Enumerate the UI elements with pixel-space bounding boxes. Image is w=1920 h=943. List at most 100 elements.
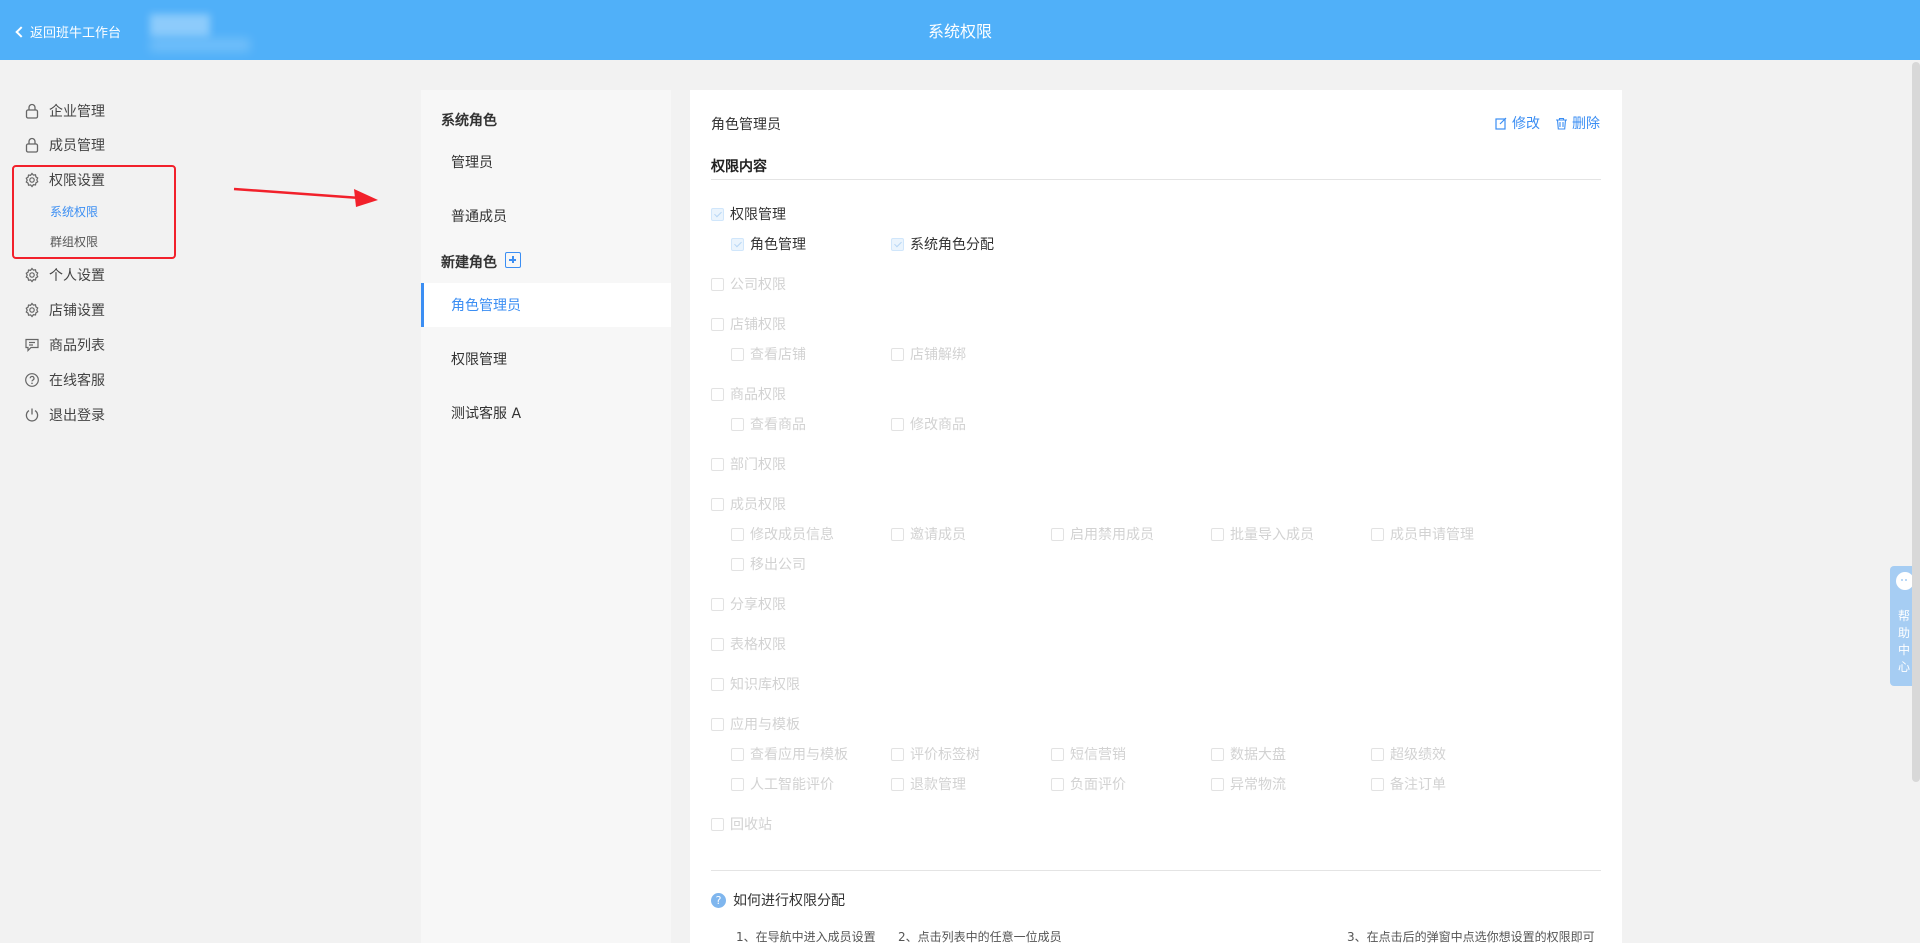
list-icon [24, 337, 40, 353]
perm-label: 角色管理 [750, 237, 806, 253]
checkbox [1371, 747, 1384, 761]
edit-label: 修改 [1512, 116, 1540, 132]
checkbox [1211, 747, 1224, 761]
perm-view-shop[interactable]: 查看店铺 [731, 344, 806, 364]
role-item-role-admin[interactable]: 角色管理员 [421, 283, 671, 327]
sidebar-item-enterprise[interactable]: 企业管理 [24, 99, 105, 123]
perm-order-notes[interactable]: 备注订单 [1371, 774, 1446, 794]
sidebar-item-shop-settings[interactable]: 店铺设置 [24, 298, 105, 322]
perm-label: 应用与模板 [730, 717, 800, 733]
checkbox [711, 317, 724, 331]
perm-table[interactable]: 表格权限 [711, 634, 786, 654]
sidebar-item-personal-settings[interactable]: 个人设置 [24, 263, 105, 287]
role-item-permission-management[interactable]: 权限管理 [421, 337, 671, 381]
checkbox [731, 747, 744, 761]
perm-remove-from-company[interactable]: 移出公司 [731, 554, 806, 574]
perm-label: 移出公司 [750, 557, 806, 573]
perm-label: 部门权限 [730, 457, 786, 473]
power-icon [24, 407, 40, 423]
perm-company[interactable]: 公司权限 [711, 274, 786, 294]
sidebar-item-label: 企业管理 [49, 104, 105, 120]
sidebar-item-members[interactable]: 成员管理 [24, 133, 105, 157]
perm-view-product[interactable]: 查看商品 [731, 414, 806, 434]
annotation-arrow [233, 187, 378, 207]
perm-label: 成员权限 [730, 497, 786, 513]
perm-member-application[interactable]: 成员申请管理 [1371, 524, 1474, 544]
sidebar-item-logout[interactable]: 退出登录 [24, 403, 105, 427]
checkbox [1371, 777, 1384, 791]
perm-refund-management[interactable]: 退款管理 [891, 774, 966, 794]
perm-shop[interactable]: 店铺权限 [711, 314, 786, 334]
perm-system-role-assign[interactable]: 系统角色分配 [891, 234, 994, 254]
checkbox [711, 637, 724, 651]
role-item-admin[interactable]: 管理员 [421, 140, 671, 184]
sidebar-item-online-service[interactable]: 在线客服 [24, 368, 105, 392]
role-name: 角色管理员 [711, 117, 781, 133]
role-item-test-service[interactable]: 测试客服 A [421, 391, 671, 435]
help-step-3: 3、在点击后的弹窗中点选你想设置的权限即可 [1347, 930, 1595, 943]
gear-icon [24, 302, 40, 318]
perm-label: 异常物流 [1230, 777, 1286, 793]
lock-icon [24, 103, 40, 119]
perm-role-management[interactable]: 角色管理 [731, 234, 806, 254]
perm-super-performance[interactable]: 超级绩效 [1371, 744, 1446, 764]
perm-sms-marketing[interactable]: 短信营销 [1051, 744, 1126, 764]
perm-label: 知识库权限 [730, 677, 800, 693]
perm-enable-disable-member[interactable]: 启用禁用成员 [1051, 524, 1154, 544]
perm-label: 负面评价 [1070, 777, 1126, 793]
checkbox [891, 777, 904, 791]
top-header: 返回班牛工作台 系统权限 [0, 0, 1920, 60]
checkbox [1051, 777, 1064, 791]
checkbox [731, 557, 744, 571]
perm-unbind-shop[interactable]: 店铺解绑 [891, 344, 966, 364]
system-roles-title: 系统角色 [441, 113, 497, 129]
checkbox [711, 497, 724, 511]
perm-edit-member-info[interactable]: 修改成员信息 [731, 524, 834, 544]
perm-view-apps[interactable]: 查看应用与模板 [731, 744, 848, 764]
divider [711, 179, 1601, 180]
perm-label: 人工智能评价 [750, 777, 834, 793]
perm-invite-member[interactable]: 邀请成员 [891, 524, 966, 544]
perm-label: 邀请成员 [910, 527, 966, 543]
perm-label: 退款管理 [910, 777, 966, 793]
perm-product[interactable]: 商品权限 [711, 384, 786, 404]
perm-batch-import-member[interactable]: 批量导入成员 [1211, 524, 1314, 544]
perm-label: 超级绩效 [1390, 747, 1446, 763]
perm-knowledge-base[interactable]: 知识库权限 [711, 674, 800, 694]
vertical-scrollbar[interactable] [1912, 62, 1920, 782]
perm-label: 店铺解绑 [910, 347, 966, 363]
perm-label: 批量导入成员 [1230, 527, 1314, 543]
checkbox [731, 777, 744, 791]
perm-department[interactable]: 部门权限 [711, 454, 786, 474]
perm-label: 公司权限 [730, 277, 786, 293]
perm-negative-review[interactable]: 负面评价 [1051, 774, 1126, 794]
perm-share[interactable]: 分享权限 [711, 594, 786, 614]
perm-label: 表格权限 [730, 637, 786, 653]
perm-ai-review[interactable]: 人工智能评价 [731, 774, 834, 794]
perm-abnormal-logistics[interactable]: 异常物流 [1211, 774, 1286, 794]
perm-label: 修改成员信息 [750, 527, 834, 543]
delete-button[interactable]: 删除 [1555, 113, 1600, 133]
sidebar-item-label: 成员管理 [49, 138, 105, 154]
delete-label: 删除 [1572, 116, 1600, 132]
perm-recycle-bin[interactable]: 回收站 [711, 814, 772, 834]
perm-permission-management[interactable]: 权限管理 [711, 204, 786, 224]
edit-button[interactable]: 修改 [1495, 113, 1540, 133]
perm-label: 评价标签树 [910, 747, 980, 763]
perm-label: 查看店铺 [750, 347, 806, 363]
gear-icon [24, 267, 40, 283]
perm-apps-templates[interactable]: 应用与模板 [711, 714, 800, 734]
lock-icon [24, 137, 40, 153]
perm-label: 系统角色分配 [910, 237, 994, 253]
role-item-member[interactable]: 普通成员 [421, 194, 671, 238]
sidebar-item-label: 店铺设置 [49, 303, 105, 319]
perm-data-dashboard[interactable]: 数据大盘 [1211, 744, 1286, 764]
sidebar-item-product-list[interactable]: 商品列表 [24, 333, 105, 357]
perm-review-tag-tree[interactable]: 评价标签树 [891, 744, 980, 764]
add-role-button[interactable] [505, 252, 521, 268]
perm-label: 修改商品 [910, 417, 966, 433]
permission-content-title: 权限内容 [711, 159, 767, 175]
perm-edit-product[interactable]: 修改商品 [891, 414, 966, 434]
help-step-1: 1、在导航中进入成员设置 [736, 930, 876, 943]
perm-member[interactable]: 成员权限 [711, 494, 786, 514]
